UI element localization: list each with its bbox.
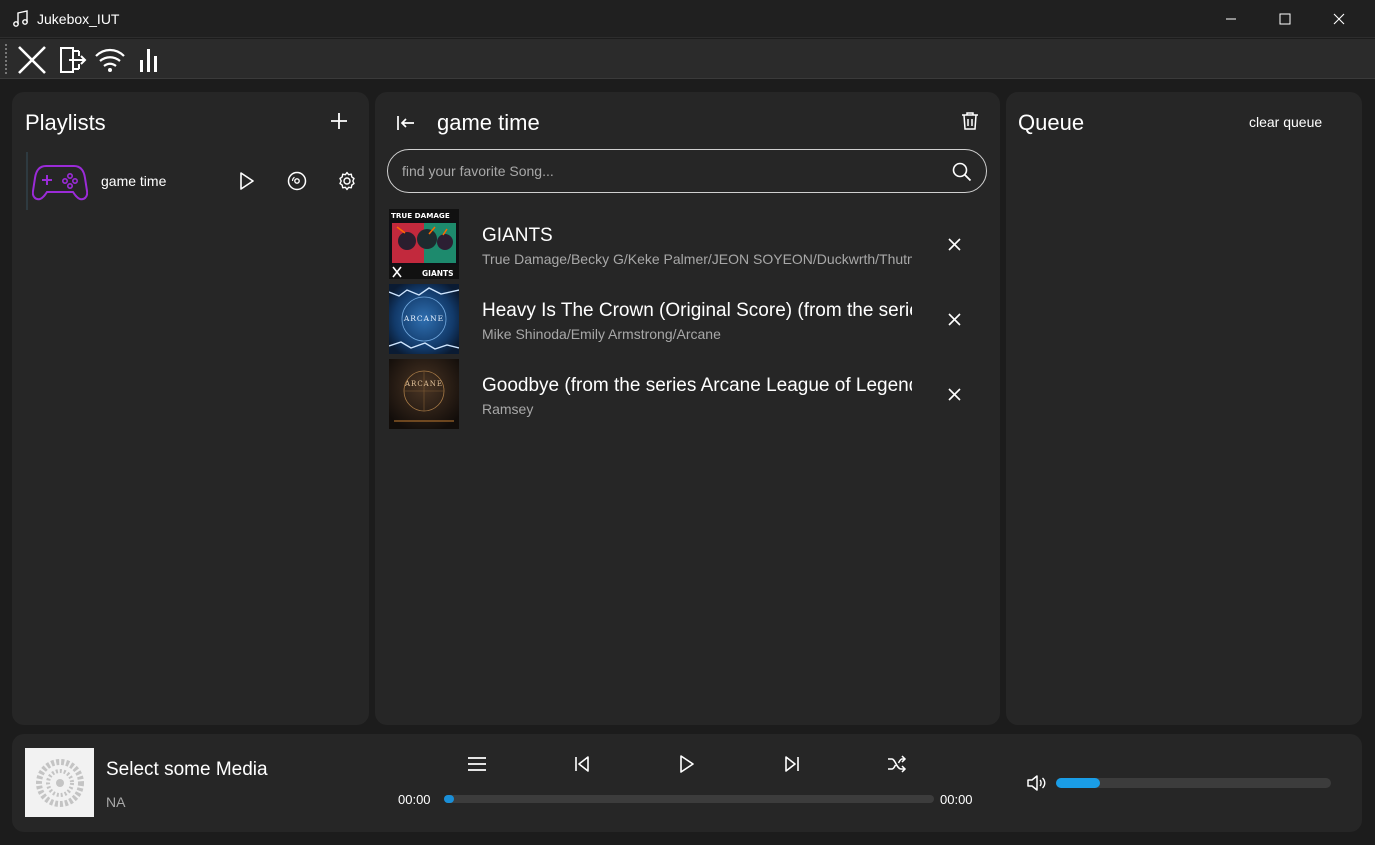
- close-icon: [947, 387, 961, 401]
- bar-chart-icon: [140, 49, 157, 72]
- skip-next-icon: [785, 756, 799, 772]
- previous-button[interactable]: [566, 748, 598, 780]
- wifi-icon: [95, 48, 125, 72]
- toolbar-grip[interactable]: [5, 44, 7, 74]
- song-artist: Mike Shinoda/Emily Armstrong/Arcane: [482, 326, 721, 342]
- play-button[interactable]: [671, 748, 703, 780]
- gear-icon: [339, 171, 355, 191]
- delete-playlist-button[interactable]: [957, 108, 983, 134]
- title-bar: Jukebox_IUT: [0, 0, 1375, 38]
- album-cover: ARCANE: [389, 284, 459, 354]
- minimize-icon: [1226, 18, 1236, 20]
- song-row[interactable]: ARCANE Goodbye (from the series Arcane L…: [389, 359, 979, 431]
- window-title: Jukebox_IUT: [37, 11, 120, 27]
- close-icon: [947, 237, 961, 251]
- volume-slider[interactable]: [1056, 778, 1331, 788]
- open-playlist-button[interactable]: [285, 169, 309, 193]
- exit-button[interactable]: [54, 42, 90, 78]
- playlist-item[interactable]: game time: [26, 152, 366, 210]
- song-title: Goodbye (from the series Arcane League o…: [482, 375, 912, 396]
- gamepad-icon: [32, 165, 88, 201]
- cover-label: ARCANE: [403, 314, 444, 323]
- playlist-detail-title: game time: [437, 110, 540, 135]
- remove-song-button[interactable]: [939, 229, 969, 259]
- next-button[interactable]: [776, 748, 808, 780]
- song-artist: Ramsey: [482, 401, 534, 417]
- remove-song-button[interactable]: [939, 379, 969, 409]
- album-cover: TRUE DAMAGE GIANTS: [389, 209, 459, 279]
- queue-panel: Queue clear queue: [1006, 92, 1362, 725]
- song-title: Heavy Is The Crown (Original Score) (fro…: [482, 300, 912, 321]
- stats-button[interactable]: [131, 42, 167, 78]
- remove-song-button[interactable]: [939, 304, 969, 334]
- close-icon: [947, 312, 961, 326]
- song-search: [387, 149, 987, 193]
- search-input[interactable]: [402, 160, 942, 182]
- playlists-panel: Playlists game time: [12, 92, 369, 725]
- wifi-button[interactable]: [92, 42, 128, 78]
- shuffle-button[interactable]: [881, 748, 913, 780]
- clear-queue-button[interactable]: clear queue: [1249, 114, 1322, 130]
- volume-icon: [1027, 775, 1046, 791]
- progress-fill: [444, 795, 454, 803]
- playlist-settings-button[interactable]: [335, 169, 359, 193]
- search-icon[interactable]: [952, 162, 972, 182]
- maximize-button[interactable]: [1258, 0, 1312, 38]
- trash-icon: [962, 112, 978, 130]
- media-title: Select some Media: [106, 759, 268, 780]
- progress-bar[interactable]: [444, 795, 934, 803]
- close-icon: [1333, 13, 1345, 25]
- minimize-button[interactable]: [1204, 0, 1258, 38]
- menu-button[interactable]: [461, 748, 493, 780]
- playlist-name: game time: [101, 173, 167, 189]
- toolbar-close-button[interactable]: [14, 42, 50, 78]
- back-arrow-icon: [397, 116, 414, 130]
- shuffle-icon: [888, 755, 907, 773]
- cover-label: TRUE DAMAGE: [391, 211, 450, 220]
- hamburger-menu-icon: [468, 757, 486, 771]
- volume-fill: [1056, 778, 1100, 788]
- plus-icon: [331, 113, 347, 129]
- player-bar: Select some Media NA 00:00 00:00: [12, 734, 1362, 832]
- maximize-icon: [1279, 13, 1291, 25]
- playlists-title: Playlists: [25, 110, 106, 135]
- play-icon: [240, 172, 254, 190]
- play-playlist-button[interactable]: [235, 169, 259, 193]
- media-artist: NA: [106, 794, 126, 810]
- disc-placeholder-icon: [35, 758, 84, 807]
- back-button[interactable]: [393, 110, 419, 136]
- close-x-icon: [18, 46, 46, 74]
- queue-title: Queue: [1018, 110, 1085, 135]
- cover-label: ARCANE: [404, 380, 443, 388]
- music-note-icon: [13, 10, 28, 27]
- total-time: 00:00: [940, 792, 973, 807]
- album-cover: ARCANE: [389, 359, 459, 429]
- song-title: GIANTS: [482, 225, 553, 246]
- skip-previous-icon: [575, 756, 589, 772]
- play-icon: [680, 755, 694, 773]
- song-artist: True Damage/Becky G/Keke Palmer/JEON SOY…: [482, 251, 912, 267]
- close-window-button[interactable]: [1312, 0, 1366, 38]
- playlist-detail-panel: game time TRUE DAMAGE: [375, 92, 1000, 725]
- toolbar: [0, 39, 1375, 79]
- add-playlist-button[interactable]: [326, 108, 352, 134]
- song-row[interactable]: ARCANE Heavy Is The Crown (Original Scor…: [389, 284, 979, 356]
- mute-button[interactable]: [1024, 772, 1048, 794]
- exit-door-icon: [60, 47, 87, 73]
- current-time: 00:00: [398, 792, 431, 807]
- media-thumbnail: [25, 748, 94, 817]
- disc-icon: [287, 171, 307, 191]
- cover-sublabel: GIANTS: [422, 269, 454, 278]
- song-row[interactable]: TRUE DAMAGE GIANTS GIANTS True Damage/Be…: [389, 209, 979, 281]
